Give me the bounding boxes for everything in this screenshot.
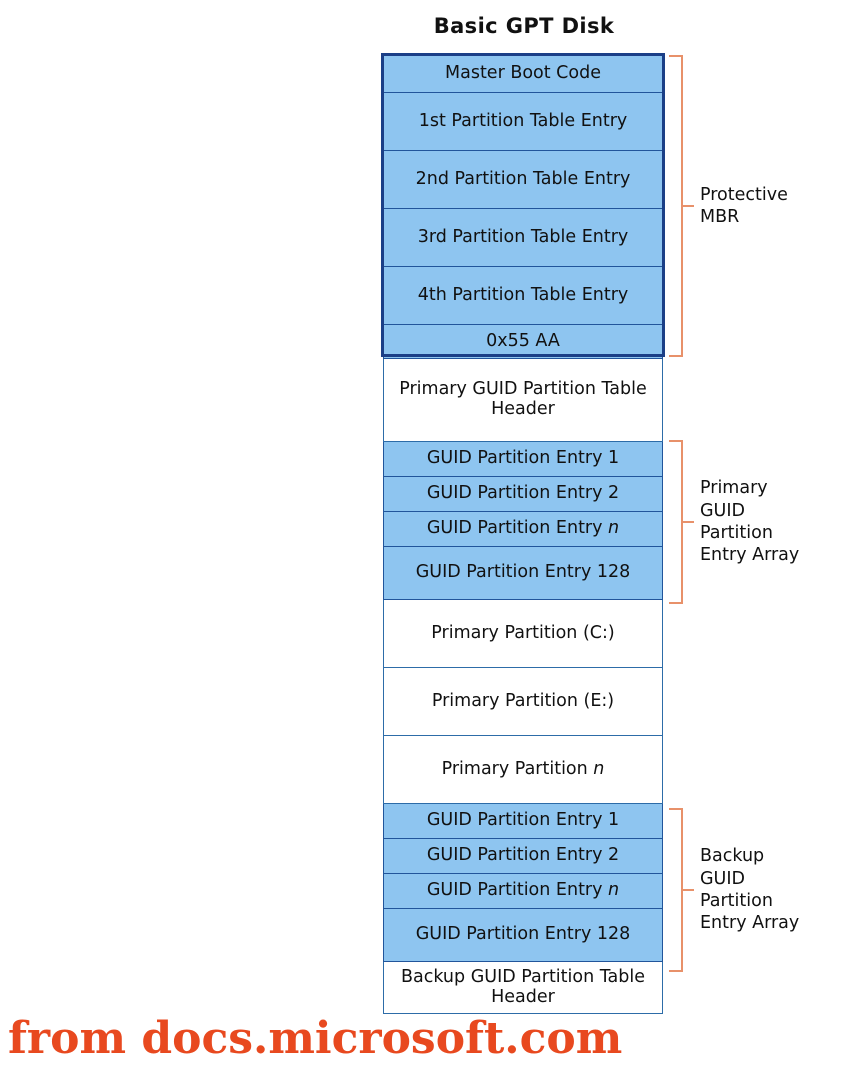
- disk-row-primary-guid-entry-128: GUID Partition Entry 128: [383, 547, 663, 600]
- page-title: Basic GPT Disk: [433, 14, 615, 38]
- disk-row-primary-gpt-header: Primary GUID Partition Table Header: [383, 359, 663, 442]
- bracket-tick: [681, 205, 694, 207]
- disk-row-label: 2nd Partition Table Entry: [415, 168, 631, 189]
- disk-row-primary-guid-entry-n: GUID Partition Entry n: [383, 512, 663, 547]
- bracket-label-primary-guid-entry-array: Primary GUID Partition Entry Array: [700, 478, 800, 566]
- disk-row-backup-guid-entry-128: GUID Partition Entry 128: [383, 909, 663, 962]
- bracket-label-protective-mbr: Protective MBR: [700, 184, 788, 227]
- bracket-tick: [681, 889, 694, 891]
- disk-row-primary-partition-c: Primary Partition (C:): [383, 600, 663, 668]
- disk-row-label: Primary Partition (E:): [431, 690, 615, 711]
- disk-row-primary-partition-e: Primary Partition (E:): [383, 668, 663, 736]
- disk-row-label: Primary Partition n: [441, 758, 605, 779]
- bracket-protective-mbr: [669, 55, 694, 357]
- disk-row-label: GUID Partition Entry n: [426, 518, 620, 539]
- disk-row-primary-guid-entry-1: GUID Partition Entry 1: [383, 442, 663, 477]
- disk-layout-column: Master Boot Code 1st Partition Table Entr…: [383, 55, 663, 1014]
- disk-row-label: 0x55 AA: [486, 330, 560, 351]
- disk-row-label: GUID Partition Entry 1: [426, 448, 620, 469]
- disk-row-master-boot-code: Master Boot Code: [383, 55, 663, 93]
- disk-row-partition-table-entry-1: 1st Partition Table Entry: [383, 93, 663, 151]
- disk-row-label: 4th Partition Table Entry: [417, 284, 629, 305]
- disk-row-partition-table-entry-4: 4th Partition Table Entry: [383, 267, 663, 325]
- bracket-tick: [681, 521, 694, 523]
- disk-row-label: 3rd Partition Table Entry: [417, 226, 629, 247]
- disk-row-label: Master Boot Code: [445, 63, 601, 84]
- disk-row-primary-guid-entry-2: GUID Partition Entry 2: [383, 477, 663, 512]
- disk-row-label: GUID Partition Entry 2: [426, 483, 620, 504]
- disk-row-label: Primary GUID Partition Table Header: [399, 379, 647, 419]
- disk-row-label: GUID Partition Entry 128: [415, 924, 631, 945]
- bracket-primary-guid-entry-array: [669, 440, 694, 604]
- disk-row-label: Backup GUID Partition Table Header: [400, 966, 646, 1007]
- bracket-backup-guid-entry-array: [669, 808, 694, 972]
- disk-row-label: GUID Partition Entry 128: [415, 562, 631, 583]
- disk-row-backup-gpt-header: Backup GUID Partition Table Header: [383, 962, 663, 1014]
- disk-row-signature-0x55aa: 0x55 AA: [383, 325, 663, 359]
- italic-variable: n: [608, 518, 620, 539]
- disk-row-label: GUID Partition Entry 2: [426, 845, 620, 866]
- disk-row-label: 1st Partition Table Entry: [418, 110, 628, 131]
- disk-row-backup-guid-entry-2: GUID Partition Entry 2: [383, 839, 663, 874]
- disk-row-label: Primary Partition (C:): [431, 622, 615, 643]
- bracket-label-backup-guid-entry-array: Backup GUID Partition Entry Array: [700, 846, 800, 934]
- disk-row-backup-guid-entry-1: GUID Partition Entry 1: [383, 804, 663, 839]
- source-watermark: from docs.microsoft.com: [8, 1013, 623, 1064]
- disk-row-primary-partition-n: Primary Partition n: [383, 736, 663, 804]
- disk-row-partition-table-entry-3: 3rd Partition Table Entry: [383, 209, 663, 267]
- italic-variable: n: [593, 758, 605, 779]
- gpt-disk-diagram: Basic GPT Disk Master Boot Code 1st Parti…: [0, 0, 858, 1074]
- disk-row-partition-table-entry-2: 2nd Partition Table Entry: [383, 151, 663, 209]
- disk-row-backup-guid-entry-n: GUID Partition Entry n: [383, 874, 663, 909]
- disk-row-label: GUID Partition Entry n: [426, 880, 620, 901]
- disk-row-label: GUID Partition Entry 1: [426, 810, 620, 831]
- italic-variable: n: [608, 880, 620, 901]
